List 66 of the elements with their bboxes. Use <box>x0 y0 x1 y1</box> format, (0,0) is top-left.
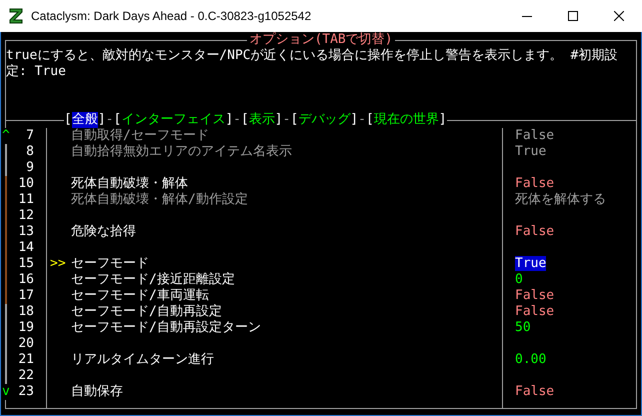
tab-bracket: [ <box>290 112 298 128</box>
line-number: 20 <box>18 336 34 351</box>
line-number: 12 <box>18 208 34 223</box>
tab-bracket: [ <box>240 112 249 128</box>
close-icon <box>614 11 624 21</box>
option-value: 0 <box>515 272 523 287</box>
line-number: 15 <box>18 256 34 271</box>
tab-bracket: [ <box>366 112 374 128</box>
option-label[interactable]: リアルタイムターン進行 <box>71 352 214 368</box>
option-label[interactable]: セーフモード/自動再設定 <box>71 304 222 320</box>
window-title: Cataclysm: Dark Days Ahead - 0.C-30823-g1052542 <box>31 8 312 25</box>
tab-bracket: ] <box>225 112 234 128</box>
line-number: 18 <box>18 304 34 319</box>
tab-bracket: ] <box>438 112 447 128</box>
option-label[interactable]: セーフモード <box>71 256 149 272</box>
app-logo-icon <box>9 8 23 24</box>
option-value: 0.00 <box>515 352 546 367</box>
tab-bracket: ] <box>350 112 358 128</box>
option-value: False <box>515 304 554 319</box>
option-value: False <box>515 288 554 303</box>
option-label[interactable]: 危険な拾得 <box>71 224 136 240</box>
line-number: 7 <box>26 128 34 143</box>
option-value: 死体を解体する <box>515 192 606 207</box>
option-label[interactable]: 自動保存 <box>71 384 123 400</box>
maximize-icon <box>568 11 578 21</box>
tab-separator: - <box>358 112 366 128</box>
tab-separator: - <box>233 112 241 128</box>
scroll-up-indicator: ^ <box>2 128 11 144</box>
option-label[interactable]: セーフモード/自動再設定ターン <box>71 320 261 336</box>
tab-bracket: ] <box>98 112 106 128</box>
line-number: 17 <box>18 288 34 303</box>
option-value: True <box>515 256 546 271</box>
tab-bracket: ] <box>274 112 283 128</box>
scroll-down-indicator: v <box>2 384 11 400</box>
tab[interactable]: デバッグ <box>298 112 350 128</box>
tab-bracket: [ <box>64 112 72 128</box>
line-number: 21 <box>18 352 34 367</box>
option-label[interactable]: セーフモード/接近距離設定 <box>71 272 235 288</box>
line-number: 13 <box>18 224 34 239</box>
option-value: 50 <box>515 320 531 335</box>
tab-separator: - <box>282 112 290 128</box>
option-value: True <box>515 144 546 159</box>
option-label[interactable]: セーフモード/車両運転 <box>71 288 209 304</box>
line-number: 11 <box>18 192 34 207</box>
tab[interactable]: 現在の世界 <box>374 112 439 128</box>
options-header: オプション(TABで切替) <box>248 32 394 48</box>
line-number: 8 <box>26 144 34 159</box>
tab[interactable]: 全般 <box>72 112 98 128</box>
option-value: False <box>515 128 554 143</box>
option-value: False <box>515 176 554 191</box>
line-number: 9 <box>26 160 34 175</box>
option-value: False <box>515 384 554 399</box>
option-description: trueにすると、敵対的なモンスター/NPCが近くにいる場合に操作を停止し警告を表示します。 #初期設定: True <box>6 48 618 81</box>
line-number: 19 <box>18 320 34 335</box>
line-number: 14 <box>18 240 34 255</box>
option-value: False <box>515 224 554 239</box>
line-number: 10 <box>18 176 34 191</box>
tab[interactable]: インターフェイス <box>121 112 226 128</box>
tab-separator: - <box>106 112 114 128</box>
tab[interactable]: 表示 <box>248 112 275 128</box>
line-number: 16 <box>18 272 34 287</box>
line-number: 23 <box>18 384 34 399</box>
option-label[interactable]: 死体自動破壊・解体 <box>71 176 188 192</box>
cursor-marker: >> <box>50 256 66 271</box>
tab-bracket: [ <box>113 112 122 128</box>
line-number: 22 <box>18 368 34 383</box>
